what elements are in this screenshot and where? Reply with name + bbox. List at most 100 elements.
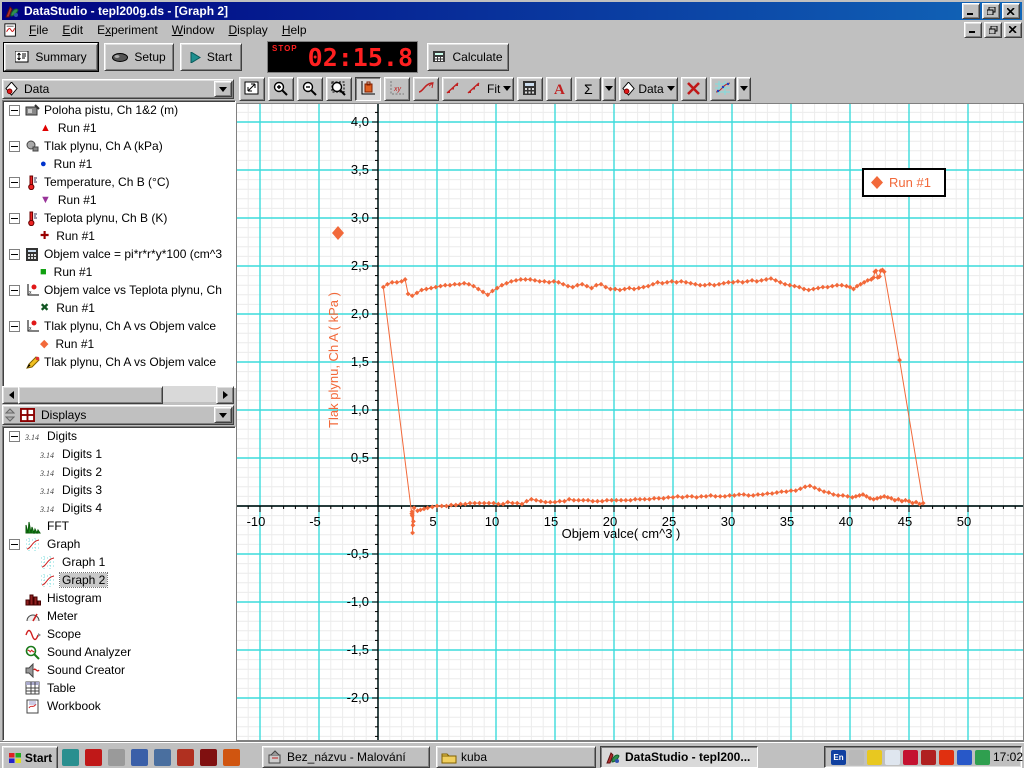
quick-launch-dove-icon[interactable] bbox=[108, 748, 125, 766]
tray-ati-icon[interactable] bbox=[903, 749, 918, 765]
start-recording-button[interactable]: Start bbox=[180, 43, 242, 71]
quick-launch-dragon-icon[interactable] bbox=[177, 748, 194, 766]
smart-tool-button[interactable] bbox=[355, 76, 381, 101]
data-item[interactable]: Tlak plynu, Ch A (kPa) bbox=[3, 137, 235, 155]
child-close-button[interactable] bbox=[1004, 21, 1022, 38]
child-minimize-button[interactable] bbox=[964, 21, 982, 38]
data-menu-button[interactable]: Data bbox=[619, 76, 678, 101]
data-item[interactable]: Temperature, Ch B (°C) bbox=[3, 173, 235, 191]
graph-settings-button[interactable] bbox=[709, 76, 736, 101]
zoom-select-button[interactable] bbox=[326, 76, 352, 101]
display-item-digits-4[interactable]: 3.14 Digits 4 bbox=[3, 499, 235, 517]
quick-launch-opera-icon[interactable] bbox=[200, 748, 217, 766]
menu-edit[interactable]: Edit bbox=[55, 21, 90, 39]
collapse-toggle[interactable] bbox=[9, 320, 20, 332]
display-item-digits-1[interactable]: 3.14 Digits 1 bbox=[3, 445, 235, 463]
data-run-item[interactable]: ● Run #1 bbox=[3, 155, 235, 173]
display-item-scope[interactable]: Scope bbox=[3, 625, 235, 643]
title-bar[interactable]: DataStudio - tepl200g.ds - [Graph 2] bbox=[2, 2, 1022, 20]
menu-display[interactable]: Display bbox=[221, 21, 274, 39]
calculate-button[interactable]: Calculate bbox=[427, 43, 509, 71]
language-indicator[interactable]: En bbox=[831, 749, 846, 765]
start-menu-button[interactable]: Start bbox=[2, 746, 58, 768]
display-item-workbook[interactable]: Workbook bbox=[3, 697, 235, 715]
calculator-tool-button[interactable] bbox=[517, 76, 544, 101]
zoom-out-button[interactable] bbox=[297, 76, 323, 101]
data-run-item[interactable]: ✖ Run #1 bbox=[3, 299, 235, 317]
display-item-graph[interactable]: Graph bbox=[3, 535, 235, 553]
display-item-graph-1[interactable]: Graph 1 bbox=[3, 553, 235, 571]
collapse-toggle[interactable] bbox=[9, 176, 20, 188]
displays-panel-menu-button[interactable] bbox=[214, 407, 232, 423]
task-button-2[interactable]: kuba bbox=[436, 746, 596, 768]
data-item[interactable]: Tlak plynu, Ch A vs Objem valce bbox=[3, 353, 235, 371]
fit-menu-button[interactable]: Fit bbox=[442, 76, 515, 101]
menu-file[interactable]: File bbox=[22, 21, 55, 39]
text-annotation-button[interactable]: A bbox=[546, 76, 573, 101]
display-item-digits-2[interactable]: 3.14 Digits 2 bbox=[3, 463, 235, 481]
collapse-toggle[interactable] bbox=[9, 212, 20, 224]
display-item-digits[interactable]: 3.14 Digits bbox=[3, 427, 235, 445]
collapse-toggle[interactable] bbox=[9, 284, 20, 296]
tray-power-icon[interactable] bbox=[939, 749, 954, 765]
task-button-1[interactable]: Bez_názvu - Malování bbox=[262, 746, 430, 768]
display-item-meter[interactable]: Meter bbox=[3, 607, 235, 625]
graph-canvas[interactable]: -10 -5 5 10 15 20 25 30 35 40 45 504,03,53,02,52,01… bbox=[237, 104, 1023, 740]
statistics-menu-button-dropdown[interactable] bbox=[602, 76, 617, 101]
delete-button[interactable] bbox=[680, 76, 707, 101]
quick-launch-flame-icon[interactable] bbox=[223, 748, 240, 766]
summary-button[interactable]: Summary bbox=[3, 42, 99, 72]
data-panel-menu-button[interactable] bbox=[214, 81, 232, 97]
minimize-button[interactable] bbox=[962, 3, 980, 19]
data-item[interactable]: x Objem valce vs Teplota plynu, Ch bbox=[3, 281, 235, 299]
collapse-toggle[interactable] bbox=[9, 248, 20, 260]
quick-launch-calculator-icon[interactable] bbox=[154, 748, 171, 766]
display-item-histogram[interactable]: Histogram bbox=[3, 589, 235, 607]
document-icon[interactable] bbox=[4, 22, 18, 37]
data-run-item[interactable]: ✚ Run #1 bbox=[3, 227, 235, 245]
close-button[interactable] bbox=[1002, 3, 1020, 19]
data-item[interactable]: Poloha pistu, Ch 1&2 (m) bbox=[3, 101, 235, 119]
data-item[interactable]: x Tlak plynu, Ch A vs Objem valce bbox=[3, 317, 235, 335]
tray-volume-icon[interactable] bbox=[849, 749, 864, 765]
collapse-toggle[interactable] bbox=[9, 430, 20, 442]
slope-tool-button[interactable]: xy bbox=[384, 76, 410, 101]
display-item-graph-2[interactable]: Graph 2 bbox=[3, 571, 235, 589]
quick-launch-acrobat-icon[interactable] bbox=[85, 748, 102, 766]
child-restore-button[interactable] bbox=[984, 21, 1002, 38]
data-run-item[interactable]: ■ Run #1 bbox=[3, 263, 235, 281]
scroll-thumb[interactable] bbox=[18, 386, 163, 404]
statistics-menu-button[interactable]: Σ bbox=[575, 76, 602, 101]
display-item-sound-creator[interactable]: Sound Creator bbox=[3, 661, 235, 679]
scale-to-fit-button[interactable] bbox=[239, 76, 265, 101]
data-run-item[interactable]: ▲ Run #1 bbox=[3, 119, 235, 137]
data-run-item[interactable]: ▼ Run #1 bbox=[3, 191, 235, 209]
data-run-item[interactable]: ◆ Run #1 bbox=[3, 335, 235, 353]
data-tree-hscrollbar[interactable] bbox=[2, 386, 234, 404]
restore-button[interactable] bbox=[982, 3, 1000, 19]
collapse-toggle[interactable] bbox=[9, 140, 20, 152]
data-item[interactable]: Objem valce = pi*r*r*y*100 (cm^3 bbox=[3, 245, 235, 263]
collapse-toggle[interactable] bbox=[9, 538, 20, 550]
scroll-right-button[interactable] bbox=[216, 386, 234, 404]
menu-help[interactable]: Help bbox=[275, 21, 314, 39]
tray-pen-icon[interactable] bbox=[975, 749, 990, 765]
displays-panel-header[interactable]: Displays bbox=[2, 405, 234, 425]
display-item-sound-analyzer[interactable]: Sound Analyzer bbox=[3, 643, 235, 661]
menu-experiment[interactable]: Experiment bbox=[90, 21, 165, 39]
quick-launch-paint-icon[interactable] bbox=[62, 748, 79, 766]
data-item[interactable]: Teplota plynu, Ch B (K) bbox=[3, 209, 235, 227]
data-panel-header[interactable]: Data bbox=[2, 79, 234, 99]
task-button-3[interactable]: DataStudio - tepl200... bbox=[600, 746, 758, 768]
tray-update-icon[interactable] bbox=[957, 749, 972, 765]
curve-fit-tool-button[interactable] bbox=[413, 76, 439, 101]
tray-agent-icon[interactable] bbox=[921, 749, 936, 765]
tray-yellow-icon[interactable] bbox=[867, 749, 882, 765]
graph-settings-button-dropdown[interactable] bbox=[736, 76, 751, 101]
display-item-table[interactable]: Table bbox=[3, 679, 235, 697]
collapse-toggle[interactable] bbox=[9, 104, 20, 116]
menu-window[interactable]: Window bbox=[165, 21, 222, 39]
zoom-in-button[interactable] bbox=[268, 76, 294, 101]
graph-plot-area[interactable]: -10 -5 5 10 15 20 25 30 35 40 45 50 4,0 3,5 3,0 2,5 2,0 1… bbox=[236, 103, 1024, 741]
display-item-fft[interactable]: FFT bbox=[3, 517, 235, 535]
